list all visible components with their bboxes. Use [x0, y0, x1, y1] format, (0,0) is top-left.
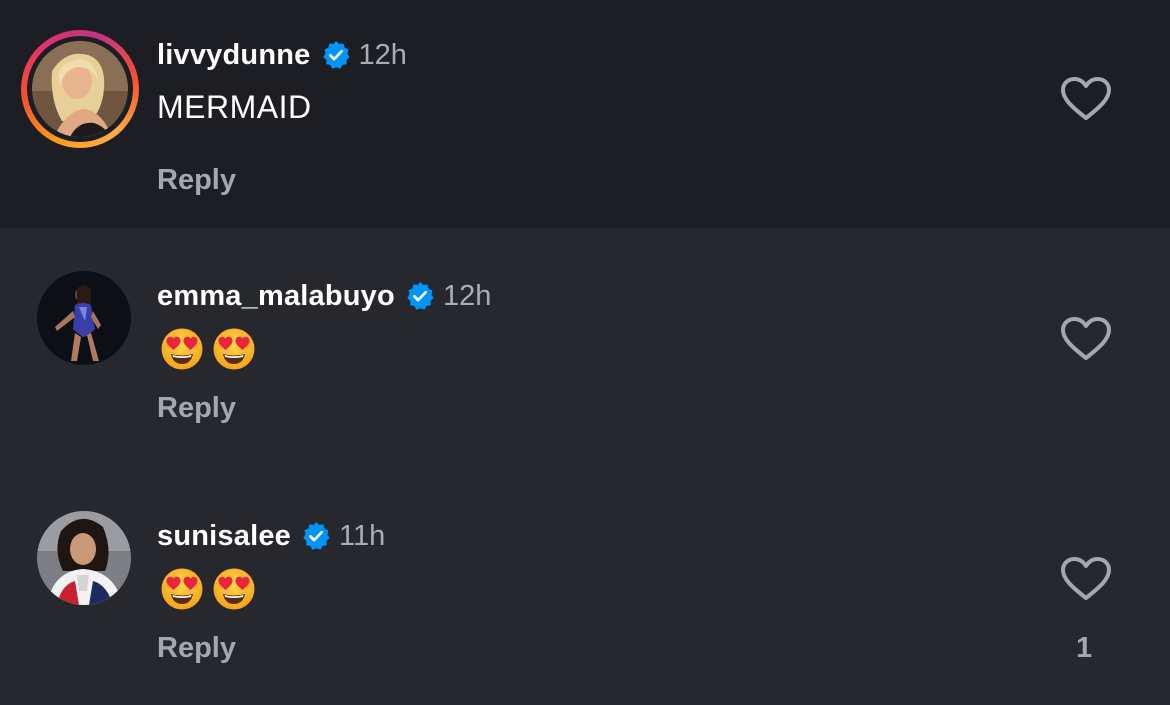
avatar-gymnast	[37, 271, 131, 365]
username[interactable]: livvydunne	[157, 39, 311, 72]
comment-row: emma_malabuyo 12h Reply	[0, 228, 1170, 468]
username[interactable]: emma_malabuyo	[157, 280, 395, 313]
story-ring[interactable]	[21, 30, 139, 148]
timestamp: 12h	[358, 38, 407, 71]
heart-outline-icon[interactable]	[1060, 316, 1112, 362]
comment-header: emma_malabuyo 12h	[157, 276, 491, 316]
reply-button[interactable]: Reply	[157, 632, 236, 665]
avatar[interactable]	[37, 271, 131, 365]
comment-emojis	[160, 327, 256, 371]
comment-emojis	[160, 567, 256, 611]
comment-row: livvydunne 12h MERMAID Reply	[0, 0, 1170, 228]
timestamp: 11h	[339, 519, 386, 552]
verified-badge-icon	[301, 521, 331, 551]
comment-text: MERMAID	[157, 89, 312, 125]
like-count[interactable]: 1	[1076, 632, 1092, 665]
heart-outline-icon[interactable]	[1060, 556, 1112, 602]
comment-header: sunisalee 11h	[157, 516, 385, 556]
username[interactable]: sunisalee	[157, 520, 291, 553]
heart-eyes-emoji	[212, 567, 256, 611]
heart-eyes-emoji	[160, 567, 204, 611]
timestamp: 12h	[442, 279, 492, 312]
avatar-blonde-woman	[32, 41, 128, 137]
heart-eyes-emoji	[212, 327, 256, 371]
avatar[interactable]	[37, 511, 131, 605]
heart-eyes-emoji	[160, 327, 204, 371]
reply-button[interactable]: Reply	[157, 164, 236, 197]
avatar-woman-jacket	[37, 511, 131, 605]
comment-header: livvydunne 12h	[157, 35, 407, 75]
verified-badge-icon	[405, 281, 435, 311]
reply-button[interactable]: Reply	[157, 392, 236, 425]
avatar[interactable]	[32, 41, 128, 137]
heart-outline-icon[interactable]	[1060, 76, 1112, 122]
comment-row: sunisalee 11h Reply 1	[0, 468, 1170, 705]
verified-badge-icon	[321, 40, 351, 70]
